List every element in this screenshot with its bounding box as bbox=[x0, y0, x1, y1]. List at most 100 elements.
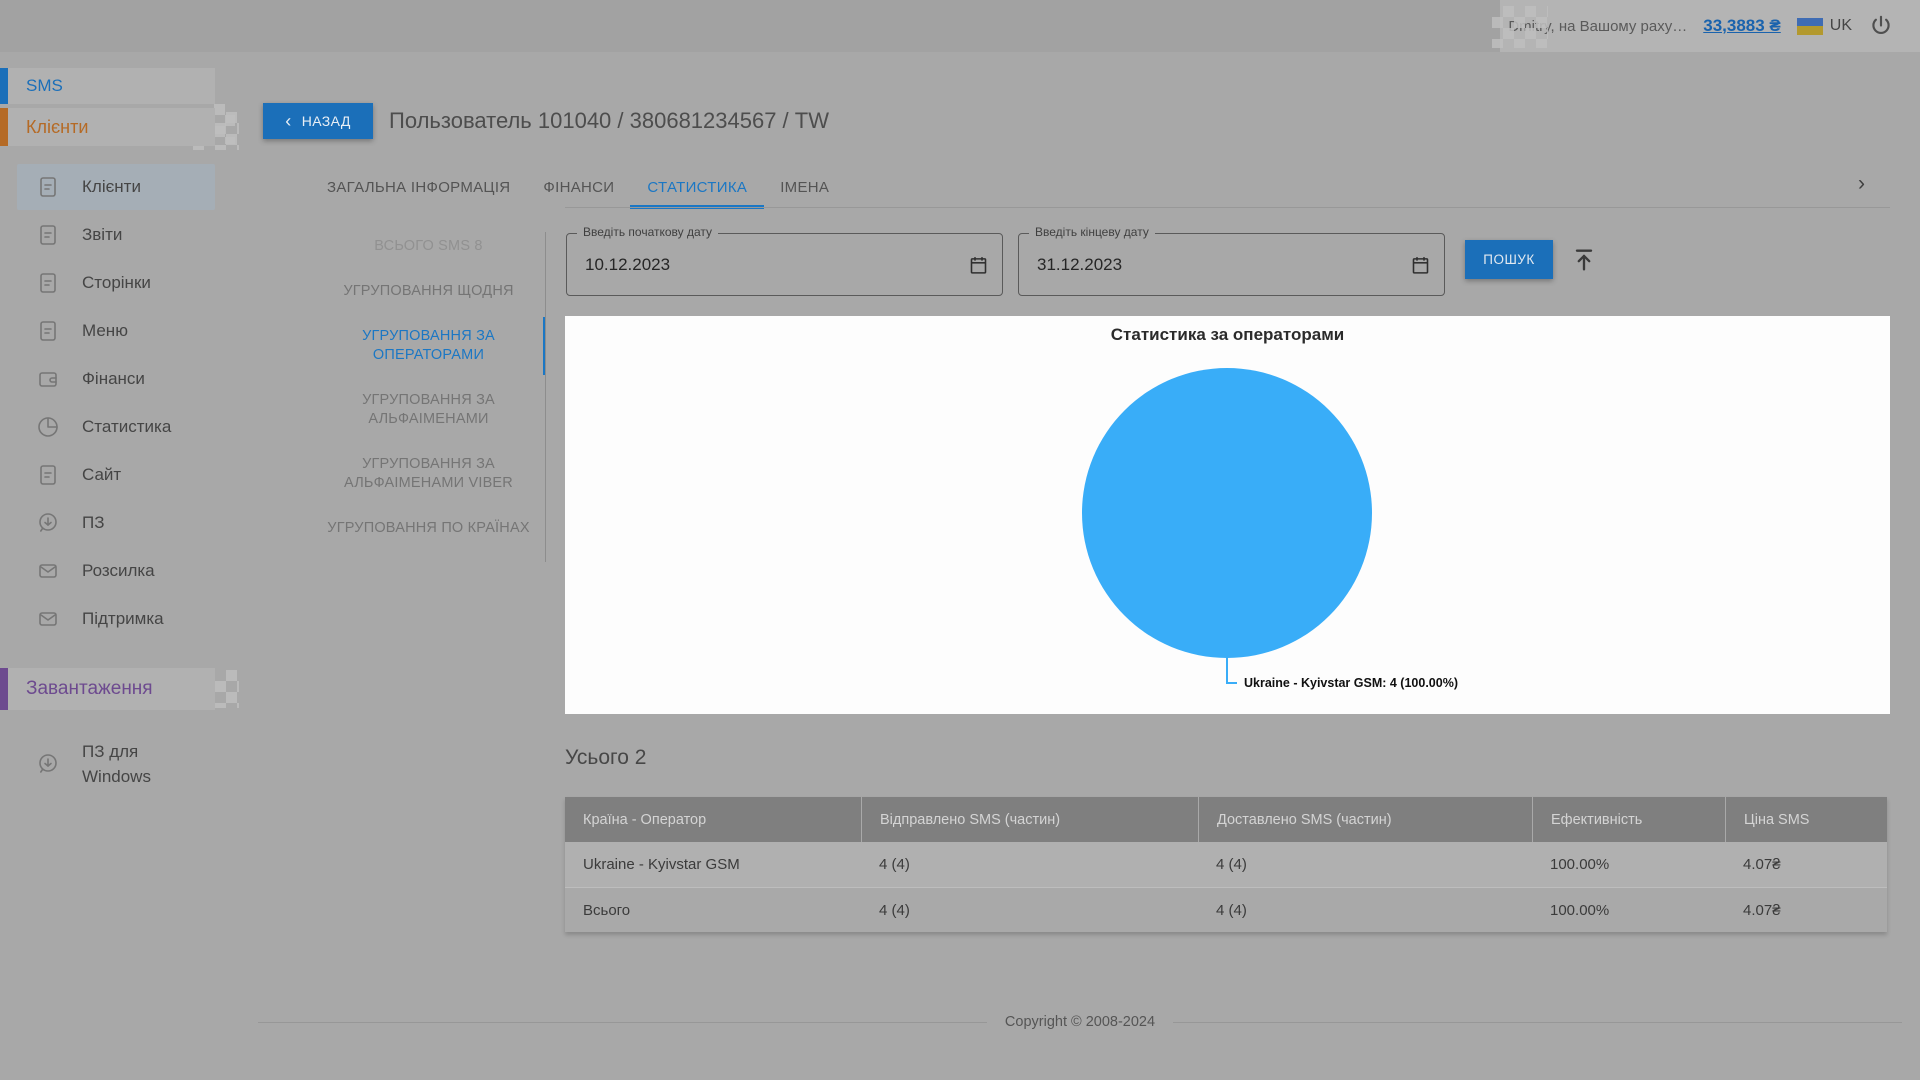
back-button-label: НАЗАД bbox=[302, 113, 351, 129]
user-info-bar: Dmitry, на Вашому раху… 33,3883 ₴ UK bbox=[1500, 0, 1920, 52]
end-date-value[interactable]: 31.12.2023 bbox=[1037, 255, 1122, 275]
sidebar-item-pages[interactable]: Сторінки bbox=[0, 260, 215, 306]
sidebar-item-clients[interactable]: Клієнти bbox=[17, 164, 215, 210]
operator-statistics-chart: Статистика за операторами Ukraine - Kyiv… bbox=[565, 316, 1890, 714]
sidebar-item-site[interactable]: Сайт bbox=[0, 452, 215, 498]
document-icon bbox=[36, 463, 60, 487]
table-row: Ukraine - Kyivstar GSM 4 (4) 4 (4) 100.0… bbox=[565, 842, 1887, 887]
table-cell: 4 (4) bbox=[861, 888, 1198, 932]
subnav-divider bbox=[545, 232, 546, 562]
wallet-icon bbox=[36, 367, 60, 391]
app-window: Dmitry, на Вашому раху… 33,3883 ₴ UK SMS… bbox=[0, 0, 1920, 1080]
sidebar-item-menu[interactable]: Меню bbox=[0, 308, 215, 354]
tab-bar: ЗАГАЛЬНА ІНФОРМАЦІЯ ФІНАНСИ СТАТИСТИКА І… bbox=[327, 172, 829, 202]
chevron-left-icon: ‹ bbox=[285, 112, 291, 130]
section-accent-bar bbox=[0, 68, 8, 104]
sidebar-item-label: ПЗ для Windows bbox=[82, 739, 151, 789]
sidebar-item-finance[interactable]: Фінанси bbox=[0, 356, 215, 402]
start-date-label: Введіть початкову дату bbox=[577, 225, 718, 239]
download-bubble-icon bbox=[36, 752, 60, 776]
table-cell: Всього bbox=[565, 888, 861, 932]
table-cell: 4.07₴ bbox=[1725, 842, 1887, 887]
export-upload-icon[interactable] bbox=[1570, 246, 1598, 274]
document-icon bbox=[36, 271, 60, 295]
sidebar-item-mailing[interactable]: Розсилка bbox=[0, 548, 215, 594]
table-header-row: Країна - Оператор Відправлено SMS (части… bbox=[565, 797, 1887, 842]
sidebar-item-label: Підтримка bbox=[82, 609, 164, 629]
subnav-group-by-operators[interactable]: УГРУПОВАННЯ ЗА ОПЕРАТОРАМИ bbox=[312, 327, 545, 365]
footer: Copyright © 2008-2024 bbox=[258, 1010, 1902, 1034]
sidebar-item-label: Статистика bbox=[82, 417, 171, 437]
sidebar-section-sms[interactable]: SMS bbox=[0, 68, 215, 104]
totals-heading: Усього 2 bbox=[565, 746, 646, 770]
tab-statistics[interactable]: СТАТИСТИКА bbox=[647, 179, 747, 196]
tab-general-info[interactable]: ЗАГАЛЬНА ІНФОРМАЦІЯ bbox=[327, 179, 510, 196]
calendar-icon[interactable] bbox=[968, 254, 989, 275]
sidebar-item-label: ПЗ bbox=[82, 513, 105, 533]
pie-slice-kyivstar[interactable] bbox=[1082, 368, 1372, 658]
sidebar-item-reports[interactable]: Звіти bbox=[0, 212, 215, 258]
pixel-decoration bbox=[1492, 6, 1548, 48]
sidebar-item-statistics[interactable]: Статистика bbox=[0, 404, 215, 450]
chevron-right-icon[interactable]: › bbox=[1858, 172, 1865, 196]
column-header: Країна - Оператор bbox=[565, 797, 861, 842]
table-cell: 4.07₴ bbox=[1725, 888, 1887, 932]
table-cell: 4 (4) bbox=[1198, 842, 1532, 887]
page-title: Пользователь 101040 / 380681234567 / TW bbox=[389, 103, 829, 139]
document-icon bbox=[36, 319, 60, 343]
table-cell: 4 (4) bbox=[861, 842, 1198, 887]
envelope-icon bbox=[36, 607, 60, 631]
sidebar-item-label: Сторінки bbox=[82, 273, 151, 293]
back-button[interactable]: ‹ НАЗАД bbox=[263, 103, 373, 139]
pie-chart-icon bbox=[36, 415, 60, 439]
chart-title: Статистика за операторами bbox=[565, 325, 1890, 345]
column-header: Доставлено SMS (частин) bbox=[1198, 797, 1532, 842]
subnav-group-by-countries[interactable]: УГРУПОВАННЯ ПО КРАЇНАХ bbox=[312, 519, 545, 538]
tab-names[interactable]: ІМЕНА bbox=[780, 179, 829, 196]
table-cell: 100.00% bbox=[1532, 888, 1725, 932]
callout-line bbox=[1226, 654, 1228, 684]
logout-power-icon[interactable] bbox=[1868, 13, 1894, 39]
section-accent-bar bbox=[0, 108, 8, 146]
document-icon bbox=[36, 175, 60, 199]
search-button[interactable]: ПОШУК bbox=[1465, 240, 1553, 279]
sidebar-item-pz-windows[interactable]: ПЗ для Windows bbox=[0, 736, 215, 792]
sidebar-section-clients[interactable]: Клієнти bbox=[0, 108, 215, 146]
subnav-total-sms: ВСЬОГО SMS 8 bbox=[312, 237, 545, 256]
end-date-field[interactable]: Введіть кінцеву дату 31.12.2023 bbox=[1018, 233, 1445, 296]
statistics-subnav: ВСЬОГО SMS 8 УГРУПОВАННЯ ЩОДНЯ УГРУПОВАН… bbox=[312, 237, 545, 538]
column-header: Відправлено SMS (частин) bbox=[861, 797, 1198, 842]
sidebar-item-software[interactable]: ПЗ bbox=[0, 500, 215, 546]
subnav-group-by-alphanames-viber[interactable]: УГРУПОВАННЯ ЗА АЛЬФАІМЕНАМИ VIBER bbox=[312, 455, 545, 493]
copyright-text: Copyright © 2008-2024 bbox=[987, 1010, 1173, 1034]
envelope-icon bbox=[36, 559, 60, 583]
table-row: Всього 4 (4) 4 (4) 100.00% 4.07₴ bbox=[565, 887, 1887, 932]
calendar-icon[interactable] bbox=[1410, 254, 1431, 275]
tab-finance[interactable]: ФІНАНСИ bbox=[543, 179, 614, 196]
start-date-field[interactable]: Введіть початкову дату 10.12.2023 bbox=[566, 233, 1003, 296]
download-bubble-icon bbox=[36, 511, 60, 535]
callout-line bbox=[1226, 682, 1237, 684]
subnav-group-by-alphanames[interactable]: УГРУПОВАННЯ ЗА АЛЬФАІМЕНАМИ bbox=[312, 391, 545, 429]
balance-link[interactable]: 33,3883 ₴ bbox=[1703, 16, 1781, 36]
sidebar-section-downloads[interactable]: Завантаження bbox=[0, 668, 215, 710]
pie-slice-callout: Ukraine - Kyivstar GSM: 4 (100.00%) bbox=[1244, 676, 1458, 690]
sidebar-item-label: Розсилка bbox=[82, 561, 155, 581]
sidebar-item-label: Меню bbox=[82, 321, 128, 341]
table-cell: Ukraine - Kyivstar GSM bbox=[565, 842, 861, 887]
section-label: Клієнти bbox=[26, 117, 88, 138]
sidebar-item-label: Клієнти bbox=[82, 177, 141, 197]
sidebar-item-support[interactable]: Підтримка bbox=[0, 596, 215, 642]
operators-table: Країна - Оператор Відправлено SMS (части… bbox=[565, 797, 1887, 932]
subnav-group-daily[interactable]: УГРУПОВАННЯ ЩОДНЯ bbox=[312, 282, 545, 301]
document-icon bbox=[36, 223, 60, 247]
ukraine-flag-icon bbox=[1797, 18, 1823, 35]
tab-bar-divider bbox=[565, 207, 1890, 208]
language-selector[interactable]: UK bbox=[1797, 17, 1852, 35]
sidebar-item-label: Сайт bbox=[82, 465, 121, 485]
sidebar-item-label: Фінанси bbox=[82, 369, 145, 389]
table-cell: 100.00% bbox=[1532, 842, 1725, 887]
section-label: Завантаження bbox=[26, 678, 153, 700]
start-date-value[interactable]: 10.12.2023 bbox=[585, 255, 670, 275]
column-header: Ефективність bbox=[1532, 797, 1725, 842]
